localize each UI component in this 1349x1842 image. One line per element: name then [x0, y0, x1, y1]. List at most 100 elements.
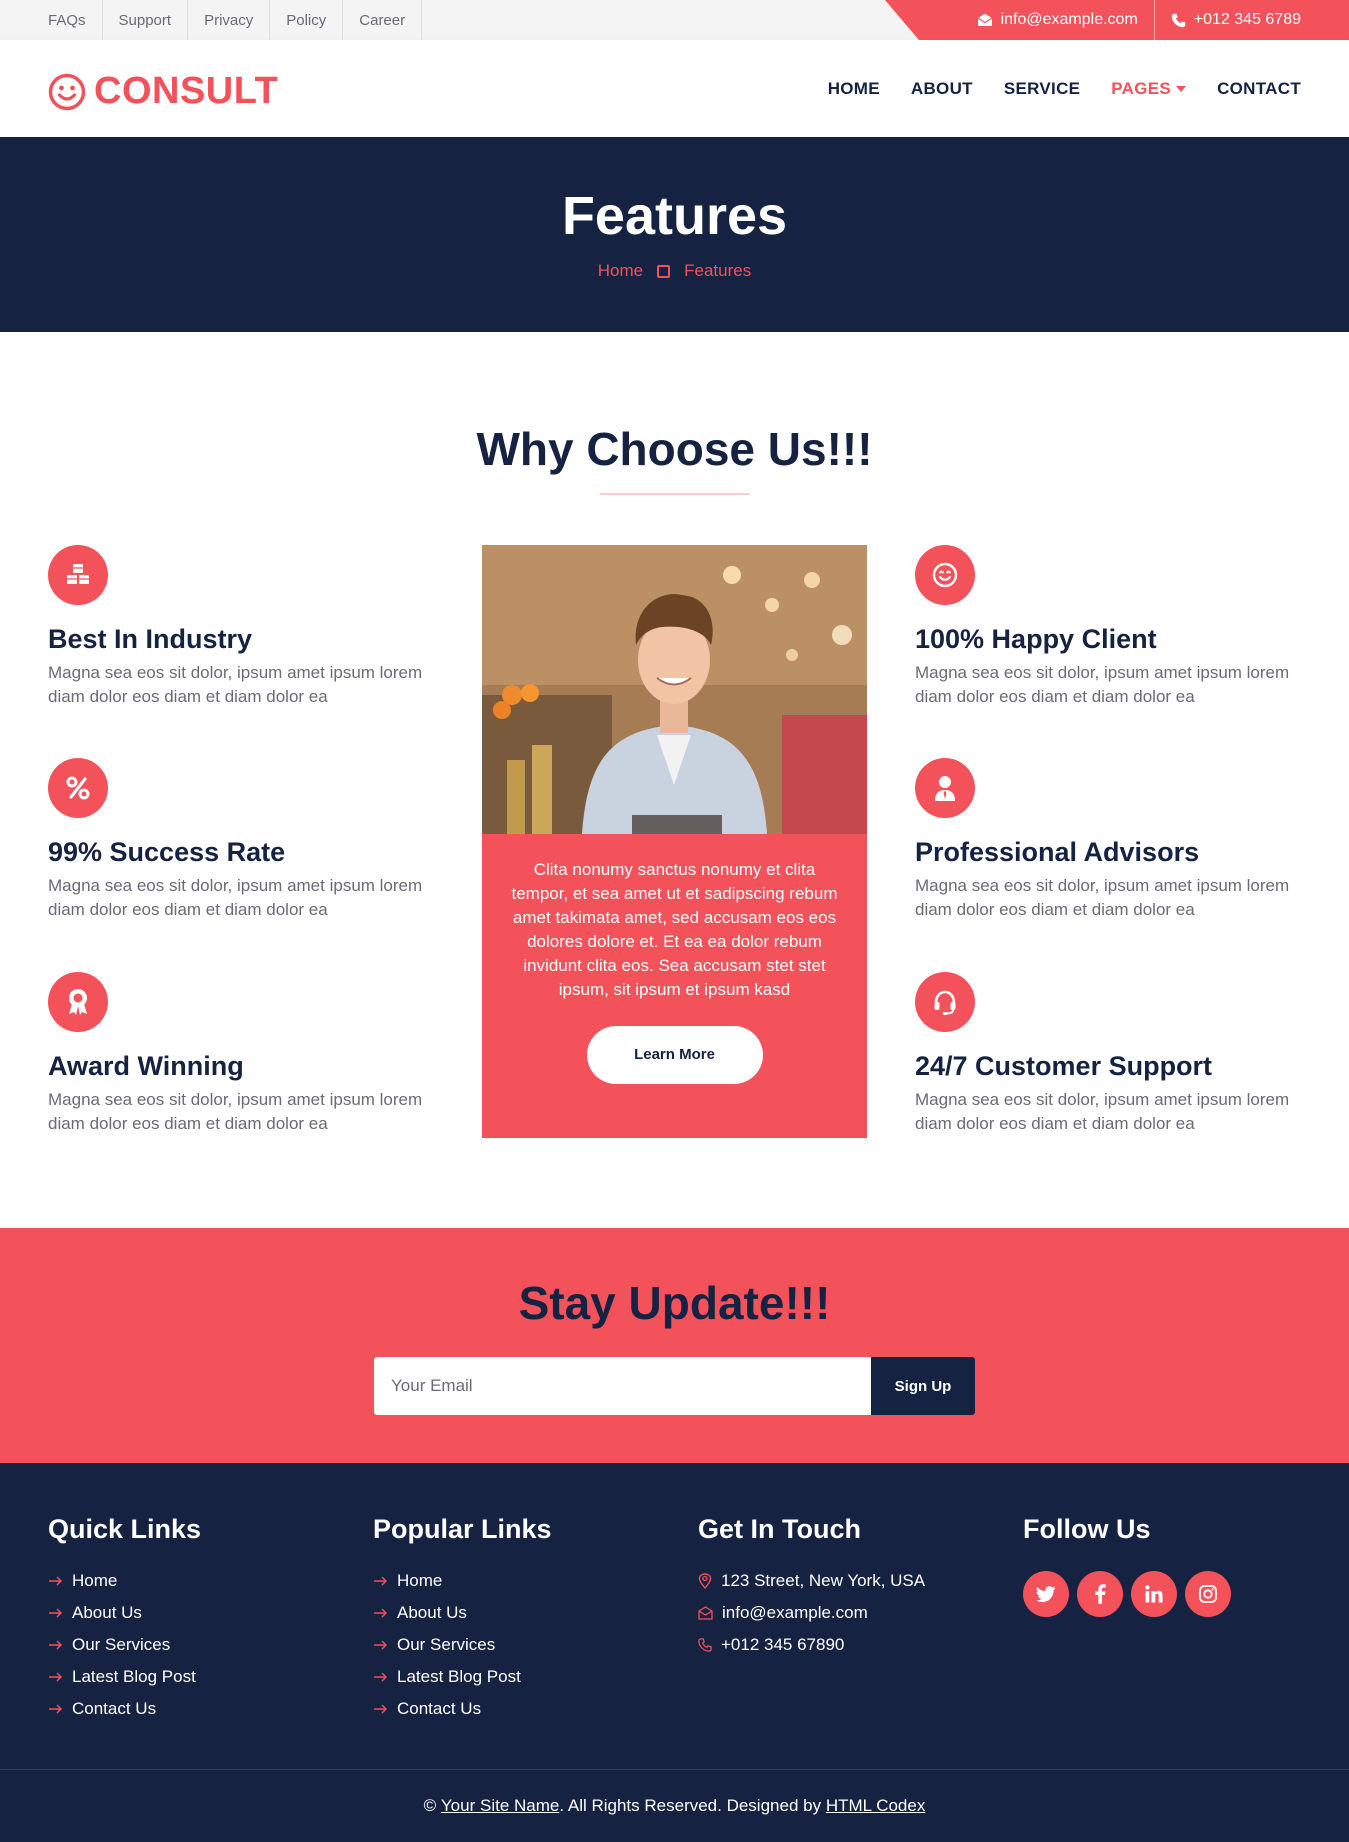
footer-link-label: Our Services [72, 1635, 171, 1655]
feature-success-rate: 99% Success Rate Magna sea eos sit dolor… [48, 758, 448, 922]
footer-follow-us: Follow Us [1023, 1513, 1239, 1618]
facebook-button[interactable] [1077, 1571, 1123, 1618]
newsletter-section: Stay Update!!! Your Email Sign Up [0, 1228, 1349, 1463]
footer: Quick Links Home About Us Our Services L… [0, 1463, 1349, 1842]
topbar-link-privacy[interactable]: Privacy [188, 0, 271, 40]
twitter-button[interactable] [1023, 1571, 1069, 1618]
feature-text: Magna sea eos sit dolor, ipsum amet ipsu… [48, 876, 423, 920]
sign-up-button[interactable]: Sign Up [871, 1357, 975, 1415]
footer-link[interactable]: Our Services [48, 1629, 201, 1661]
social-links [1023, 1571, 1239, 1618]
topbar-link-support[interactable]: Support [103, 0, 189, 40]
center-card-text: Clita nonumy sanctus nonumy et clita tem… [511, 860, 838, 999]
arrow-right-icon [374, 1640, 387, 1650]
topbar-contact: info@example.com +012 345 6789 [885, 0, 1349, 40]
main-nav: HOME ABOUT SERVICE PAGES CONTACT [797, 40, 1301, 137]
arrow-right-icon [49, 1608, 62, 1618]
footer-email[interactable]: info@example.com [698, 1597, 925, 1629]
linkedin-icon [1145, 1585, 1163, 1603]
footer-phone[interactable]: +012 345 67890 [698, 1629, 925, 1661]
footer-link[interactable]: About Us [48, 1597, 201, 1629]
feature-text: Magna sea eos sit dolor, ipsum amet ipsu… [915, 1090, 1290, 1134]
user-tie-icon [935, 776, 955, 801]
footer-get-in-touch: Get In Touch 123 Street, New York, USA i… [698, 1513, 925, 1661]
envelope-open-icon [977, 13, 992, 26]
topbar-phone[interactable]: +012 345 6789 [1153, 0, 1349, 40]
feature-icon-circle [915, 758, 975, 818]
footer-link-label: Contact Us [397, 1699, 482, 1719]
topbar-link-faqs[interactable]: FAQs [0, 0, 103, 40]
breadcrumb-current: Features [684, 261, 752, 280]
feature-award-winning: Award Winning Magna sea eos sit dolor, i… [48, 972, 448, 1136]
footer-link[interactable]: Contact Us [373, 1693, 552, 1725]
title-underline [599, 492, 750, 495]
topbar-link-career[interactable]: Career [343, 0, 423, 40]
why-choose-title: Why Choose Us!!! [476, 423, 873, 475]
nav-home[interactable]: HOME [828, 79, 880, 99]
instagram-icon [1199, 1585, 1217, 1604]
twitter-icon [1036, 1586, 1056, 1602]
topbar-link-policy[interactable]: Policy [270, 0, 344, 40]
footer-heading: Follow Us [1023, 1514, 1151, 1544]
feature-text: Magna sea eos sit dolor, ipsum amet ipsu… [915, 876, 1290, 920]
feature-title: Professional Advisors [915, 837, 1200, 867]
breadcrumb-home[interactable]: Home [598, 261, 643, 281]
footer-heading: Get In Touch [698, 1514, 861, 1544]
envelope-open-icon [698, 1606, 713, 1621]
topbar-email[interactable]: info@example.com [961, 0, 1154, 40]
designer-link[interactable]: HTML Codex [826, 1796, 926, 1816]
footer-link[interactable]: Latest Blog Post [373, 1661, 552, 1693]
feature-best-in-industry: Best In Industry Magna sea eos sit dolor… [48, 545, 448, 709]
nav-about[interactable]: ABOUT [911, 79, 973, 99]
copyright-bar: © Your Site Name. All Rights Reserved. D… [0, 1769, 1349, 1842]
topbar-phone-text: +012 345 6789 [1193, 11, 1301, 28]
footer-link-label: Home [397, 1571, 443, 1591]
feature-professional-advisors: Professional Advisors Magna sea eos sit … [915, 758, 1315, 922]
footer-popular-links: Popular Links Home About Us Our Services… [373, 1513, 552, 1725]
phone-icon [1171, 13, 1186, 27]
instagram-button[interactable] [1185, 1571, 1231, 1618]
footer-link[interactable]: About Us [373, 1597, 552, 1629]
linkedin-button[interactable] [1131, 1571, 1177, 1618]
arrow-right-icon [49, 1672, 62, 1682]
feature-icon-circle [48, 545, 108, 605]
footer-link[interactable]: Our Services [373, 1629, 552, 1661]
footer-address: 123 Street, New York, USA [698, 1565, 925, 1597]
smile-icon [932, 562, 958, 588]
footer-link[interactable]: Home [48, 1565, 201, 1597]
arrow-right-icon [49, 1576, 62, 1586]
feature-icon-circle [48, 758, 108, 818]
arrow-right-icon [374, 1608, 387, 1618]
footer-quick-links: Quick Links Home About Us Our Services L… [48, 1513, 201, 1725]
footer-link-label: About Us [397, 1603, 467, 1623]
brand-logo[interactable]: CONSULT [48, 70, 278, 113]
arrow-right-icon [49, 1704, 62, 1714]
learn-more-button[interactable]: Learn More [586, 1026, 763, 1084]
nav-pages-dropdown[interactable]: PAGES [1111, 79, 1187, 99]
nav-service[interactable]: SERVICE [1004, 79, 1080, 99]
footer-link[interactable]: Home [373, 1565, 552, 1597]
headset-icon [934, 990, 956, 1015]
arrow-right-icon [374, 1576, 387, 1586]
breadcrumb-separator-icon [657, 264, 671, 278]
email-input[interactable]: Your Email [374, 1357, 871, 1415]
feature-text: Magna sea eos sit dolor, ipsum amet ipsu… [915, 663, 1290, 707]
why-choose-header: Why Choose Us!!! [0, 424, 1349, 495]
consultant-photo [482, 545, 867, 834]
footer-link-label: Latest Blog Post [397, 1667, 521, 1687]
caret-down-icon [1176, 85, 1187, 92]
footer-link[interactable]: Latest Blog Post [48, 1661, 201, 1693]
feature-title: Award Winning [48, 1051, 244, 1081]
footer-link-label: About Us [72, 1603, 142, 1623]
page-title: Features [561, 186, 788, 246]
arrow-right-icon [49, 1640, 62, 1650]
nav-contact[interactable]: CONTACT [1217, 79, 1301, 99]
site-name-link[interactable]: Your Site Name [441, 1796, 559, 1816]
feature-happy-client: 100% Happy Client Magna sea eos sit dolo… [915, 545, 1315, 709]
feature-title: Best In Industry [48, 624, 253, 654]
footer-link[interactable]: Contact Us [48, 1693, 201, 1725]
brand-name: CONSULT [94, 70, 279, 112]
feature-title: 100% Happy Client [915, 624, 1157, 654]
feature-text: Magna sea eos sit dolor, ipsum amet ipsu… [48, 1090, 423, 1134]
footer-link-label: Latest Blog Post [72, 1667, 196, 1687]
